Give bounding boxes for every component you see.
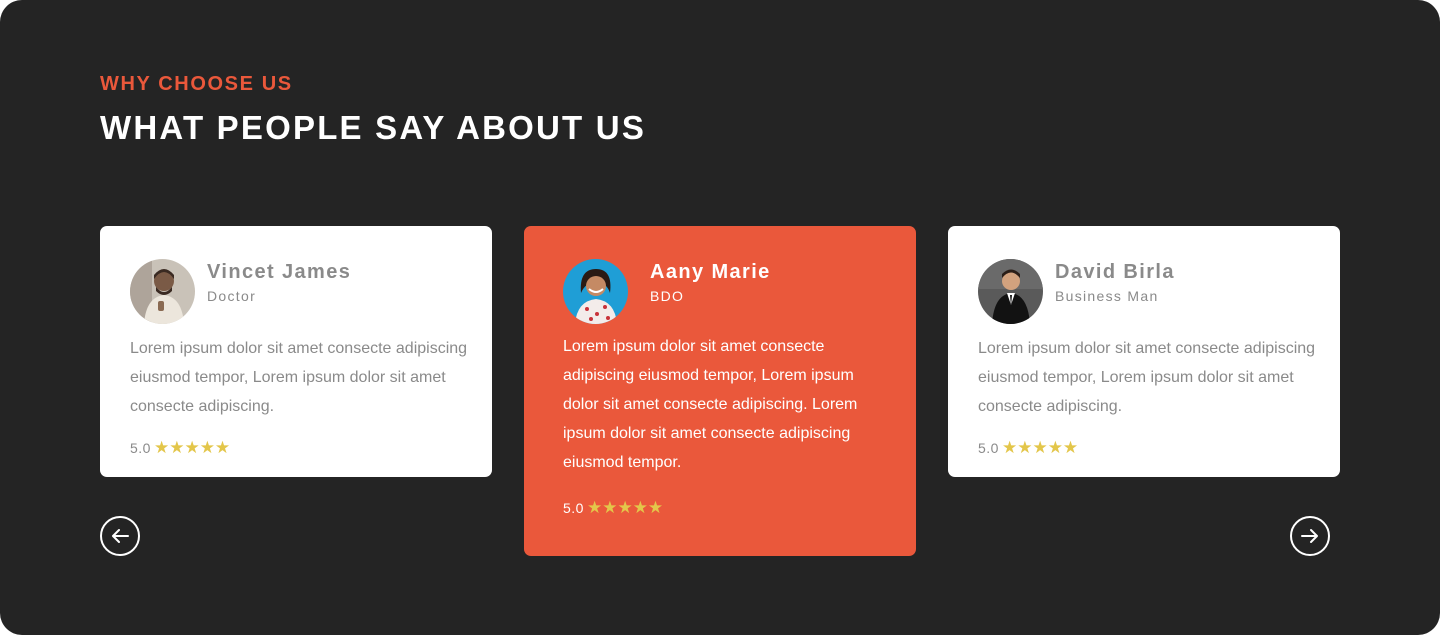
star-icon: ★★★★★ — [586, 498, 664, 518]
section-eyebrow: WHY CHOOSE US — [100, 73, 293, 95]
avatar — [978, 259, 1043, 324]
man-avatar-photo — [130, 259, 195, 324]
star-icon: ★★★★★ — [1001, 438, 1079, 458]
reviewer-name: Vincet James — [207, 261, 352, 283]
reviewer-name: Aany Marie — [650, 261, 771, 283]
rating-value: 5.0 — [130, 440, 151, 456]
testimonials-section: WHY CHOOSE US WHAT PEOPLE SAY ABOUT US V… — [0, 0, 1440, 635]
testimonial-quote: Lorem ipsum dolor sit amet consecte adip… — [978, 340, 1316, 415]
rating: 5.0 ★★★★★ — [130, 438, 230, 458]
testimonial-card: David Birla Business Man Lorem ipsum dol… — [948, 226, 1340, 477]
avatar — [130, 259, 195, 324]
reviewer-role: BDO — [650, 288, 685, 304]
testimonial-quote: Lorem ipsum dolor sit amet consecte adip… — [563, 338, 858, 471]
reviewer-name: David Birla — [1055, 261, 1175, 283]
avatar — [563, 259, 628, 324]
woman-avatar-photo — [563, 259, 628, 324]
testimonial-card-highlighted: Aany Marie BDO Lorem ipsum dolor sit ame… — [524, 226, 916, 556]
testimonial-card: Vincet James Doctor Lorem ipsum dolor si… — [100, 226, 492, 477]
testimonial-quote: Lorem ipsum dolor sit amet consecte adip… — [130, 340, 468, 415]
next-testimonial-button[interactable] — [1290, 516, 1330, 556]
rating-value: 5.0 — [563, 500, 584, 516]
reviewer-role: Business Man — [1055, 288, 1159, 304]
rating-value: 5.0 — [978, 440, 999, 456]
rating: 5.0 ★★★★★ — [563, 498, 663, 518]
section-heading: WHAT PEOPLE SAY ABOUT US — [100, 109, 647, 146]
man-suit-avatar-photo — [978, 259, 1043, 324]
arrow-right-icon — [1301, 529, 1318, 543]
prev-testimonial-button[interactable] — [100, 516, 140, 556]
reviewer-role: Doctor — [207, 288, 257, 304]
rating: 5.0 ★★★★★ — [978, 438, 1078, 458]
arrow-left-icon — [112, 529, 129, 543]
star-icon: ★★★★★ — [153, 438, 231, 458]
